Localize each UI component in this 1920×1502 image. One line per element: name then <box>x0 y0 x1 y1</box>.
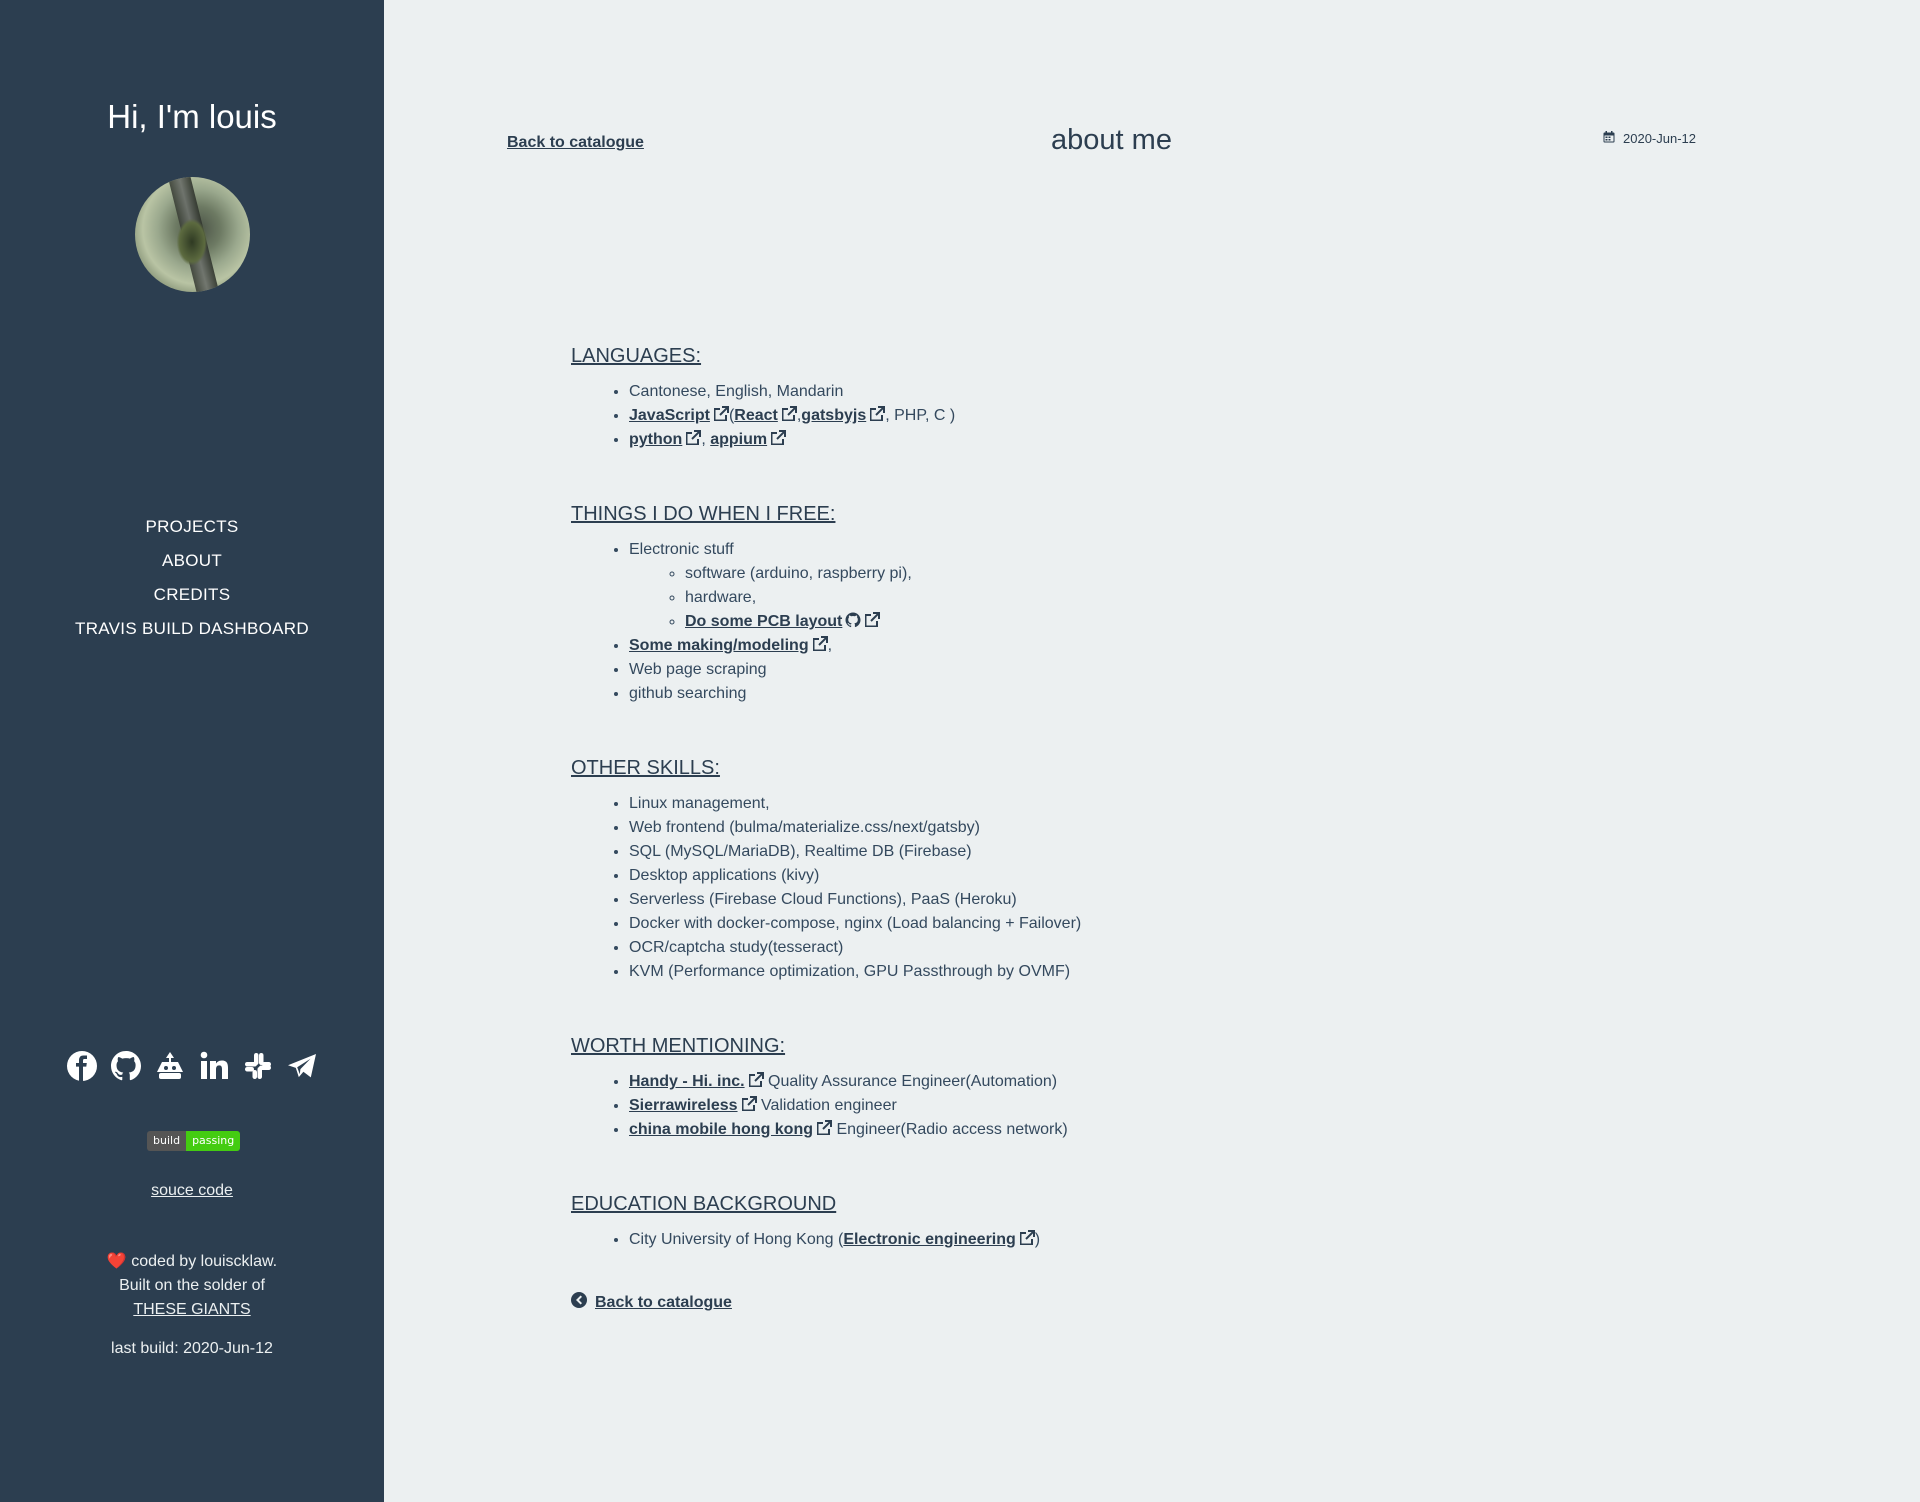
social-links <box>0 1050 384 1082</box>
list-item: City University of Hong Kong (Electronic… <box>629 1228 1571 1252</box>
pcb-layout-link[interactable]: Do some PCB layout <box>685 613 842 630</box>
list-item: Cantonese, English, Mandarin <box>629 380 1571 404</box>
external-link-icon <box>1019 1230 1035 1246</box>
list-item: Web page scraping <box>629 658 1571 682</box>
list-item: hardware, <box>685 586 1571 610</box>
list-item: Web frontend (bulma/materialize.css/next… <box>629 816 1571 840</box>
sierrawireless-link[interactable]: Sierrawireless <box>629 1097 738 1114</box>
external-link-icon <box>781 406 797 422</box>
list-item: Serverless (Firebase Cloud Functions), P… <box>629 888 1571 912</box>
list-item: china mobile hong kong Engineer(Radio ac… <box>629 1118 1571 1142</box>
worth-mentioning-section: WORTH MENTIONING: Handy - Hi. inc. Quali… <box>571 1030 1571 1142</box>
external-link-icon <box>770 430 787 446</box>
about-content: LANGUAGES: Cantonese, English, Mandarin … <box>571 340 1571 1298</box>
list-text: Engineer(Radio access network) <box>836 1121 1068 1138</box>
list-item: Some making/modeling, <box>629 634 1571 658</box>
gatsbyjs-link[interactable]: gatsbyjs <box>801 407 866 424</box>
list-text: , PHP, C ) <box>885 407 956 424</box>
section-heading: EDUCATION BACKGROUND <box>571 1193 837 1215</box>
handy-link[interactable]: Handy - Hi. inc. <box>629 1073 745 1090</box>
list-item: Linux management, <box>629 792 1571 816</box>
list-item: software (arduino, raspberry pi), <box>685 562 1571 586</box>
site-title: Hi, I'm louis <box>107 98 277 135</box>
list-item: KVM (Performance optimization, GPU Passt… <box>629 960 1571 984</box>
date-text: 2020-Jun-12 <box>1623 131 1696 146</box>
list-text: ) <box>1034 1231 1041 1248</box>
sidebar-nav: PROJECTS ABOUT CREDITS TRAVIS BUILD DASH… <box>0 510 384 646</box>
making-modeling-link[interactable]: Some making/modeling <box>629 637 809 654</box>
section-heading: OTHER SKILLS: <box>571 757 720 779</box>
nav-projects[interactable]: PROJECTS <box>0 510 384 544</box>
react-link[interactable]: React <box>734 407 778 424</box>
back-to-catalogue-link-bottom[interactable]: Back to catalogue <box>595 1294 732 1312</box>
list-text: Quality Assurance Engineer(Automation) <box>768 1073 1058 1090</box>
avatar <box>135 177 250 292</box>
languages-section: LANGUAGES: Cantonese, English, Mandarin … <box>571 340 1571 452</box>
list-item: SQL (MySQL/MariaDB), Realtime DB (Fireba… <box>629 840 1571 864</box>
external-link-icon <box>685 430 702 446</box>
source-code: souce code <box>0 1182 384 1200</box>
sidebar: Hi, I'm louis PROJECTS ABOUT CREDITS TRA… <box>0 0 384 1502</box>
list-item: Sierrawireless Validation engineer <box>629 1094 1571 1118</box>
credit-block: ❤️ coded by louiscklaw. Built on the sol… <box>0 1250 384 1322</box>
list-text: Electronic stuff <box>629 541 734 558</box>
appium-link[interactable]: appium <box>710 431 767 448</box>
telegram-icon[interactable] <box>286 1050 318 1082</box>
nav-about[interactable]: ABOUT <box>0 544 384 578</box>
electronic-engineering-link[interactable]: Electronic engineering <box>843 1231 1015 1248</box>
list-item: OCR/captcha study(tesseract) <box>629 936 1571 960</box>
free-time-section: THINGS I DO WHEN I FREE: Electronic stuf… <box>571 498 1571 706</box>
nav-travis-dashboard[interactable]: TRAVIS BUILD DASHBOARD <box>0 612 384 646</box>
slack-icon[interactable] <box>242 1050 274 1082</box>
back-to-catalogue-link[interactable]: Back to catalogue <box>507 134 644 152</box>
credit-line2: Built on the solder of <box>119 1277 265 1294</box>
javascript-link[interactable]: JavaScript <box>629 407 710 424</box>
list-item: github searching <box>629 682 1571 706</box>
section-heading: LANGUAGES: <box>571 345 702 367</box>
list-item: Do some PCB layout <box>685 610 1571 634</box>
external-link-icon <box>812 636 828 652</box>
nav-credits[interactable]: CREDITS <box>0 578 384 612</box>
heart-icon: ❤️ <box>106 1253 127 1270</box>
education-section: EDUCATION BACKGROUND City University of … <box>571 1188 1571 1252</box>
list-item: Docker with docker-compose, nginx (Load … <box>629 912 1571 936</box>
last-build: last build: 2020-Jun-12 <box>111 1340 273 1357</box>
list-text: City University of Hong Kong ( <box>629 1231 844 1248</box>
calendar-icon <box>1603 131 1615 146</box>
external-link-icon <box>864 612 881 628</box>
list-item: python, appium <box>629 428 1571 452</box>
github-icon <box>845 612 861 628</box>
external-link-icon <box>748 1072 764 1088</box>
credit-line1: coded by louiscklaw. <box>131 1253 278 1270</box>
list-text: Validation engineer <box>760 1097 897 1114</box>
section-heading: WORTH MENTIONING: <box>571 1035 786 1057</box>
list-item: Handy - Hi. inc. Quality Assurance Engin… <box>629 1070 1571 1094</box>
badge-status: passing <box>186 1131 241 1151</box>
external-link-icon <box>741 1096 757 1112</box>
list-item: Electronic stuff software (arduino, rasp… <box>629 538 1571 634</box>
linkedin-icon[interactable] <box>198 1050 230 1082</box>
list-item: JavaScript(React,gatsbyjs, PHP, C ) <box>629 404 1571 428</box>
these-giants-link[interactable]: THESE GIANTS <box>133 1301 250 1318</box>
cmhk-link[interactable]: china mobile hong kong <box>629 1121 813 1138</box>
section-heading: THINGS I DO WHEN I FREE: <box>571 503 836 525</box>
external-link-icon <box>713 406 729 422</box>
toolbox-icon[interactable] <box>154 1050 186 1082</box>
external-link-icon <box>869 406 886 422</box>
external-link-icon <box>816 1120 832 1136</box>
facebook-icon[interactable] <box>66 1050 98 1082</box>
chevron-left-icon <box>571 1292 587 1313</box>
source-code-link[interactable]: souce code <box>151 1182 233 1199</box>
github-icon[interactable] <box>110 1050 142 1082</box>
build-status-badge[interactable]: build passing <box>147 1131 241 1151</box>
list-item: Desktop applications (kivy) <box>629 864 1571 888</box>
page-title: about me <box>1051 124 1172 156</box>
python-link[interactable]: python <box>629 431 682 448</box>
badge-label: build <box>147 1131 187 1151</box>
back-to-catalogue-bottom[interactable]: Back to catalogue <box>571 1292 732 1313</box>
other-skills-section: OTHER SKILLS: Linux management, Web fron… <box>571 752 1571 984</box>
post-date: 2020-Jun-12 <box>1603 131 1696 146</box>
